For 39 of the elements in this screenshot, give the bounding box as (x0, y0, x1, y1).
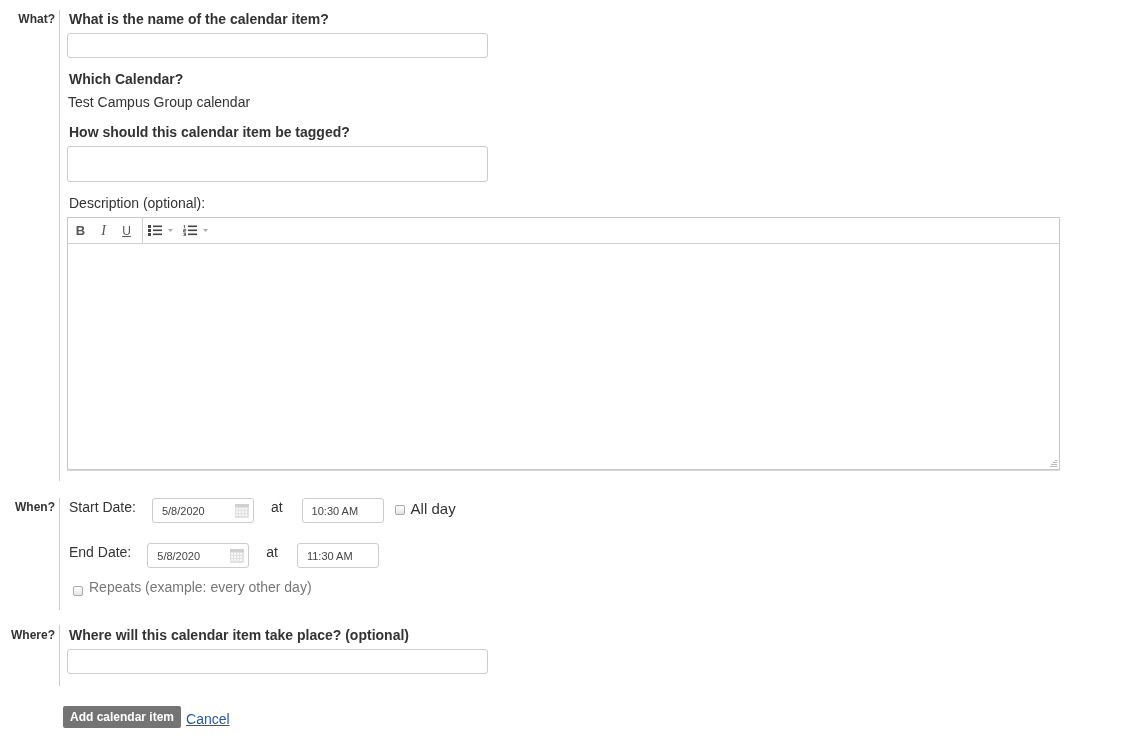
field-label: Which Calendar? (68, 70, 184, 88)
tags-input[interactable] (67, 146, 488, 182)
caret-icon (203, 229, 208, 232)
checkbox[interactable] (394, 505, 405, 515)
date-label: Start Date: (69, 498, 136, 516)
calendar-icon (234, 503, 249, 518)
add-calendar-item-button[interactable]: Add calendar item (63, 706, 182, 728)
section-label: When? (15, 499, 55, 515)
at-label: at (270, 498, 283, 516)
field-label: Where will this calendar item take place? (optional) (68, 626, 409, 644)
bullet-list-button[interactable] (146, 225, 175, 236)
description-editor[interactable]: B I U (67, 217, 1060, 470)
section-label: What? (18, 11, 55, 27)
time-field[interactable]: 10:30 AM (301, 498, 384, 523)
numbered-list-icon (183, 225, 197, 236)
calendar-icon (230, 548, 245, 563)
underline-button[interactable]: U (115, 222, 138, 239)
cancel-link[interactable]: Cancel (186, 706, 230, 728)
checkbox-label: Repeats (example: every other day) (89, 578, 312, 596)
at-label: at (266, 543, 278, 561)
italic-button[interactable]: I (92, 222, 115, 239)
bullet-list-icon (148, 225, 162, 236)
caret-icon (168, 229, 173, 232)
field-label: Description (optional): (68, 194, 206, 212)
calendar-value: Test Campus Group calendar (67, 93, 251, 111)
time-field[interactable]: 11:30 AM (296, 543, 379, 568)
field-label: How should this calendar item be tagged? (68, 123, 350, 141)
date-field[interactable]: 5/8/2020 (151, 498, 254, 523)
section-label: Where? (11, 627, 55, 643)
checkbox[interactable] (73, 586, 83, 596)
resize-grip-icon[interactable] (1050, 460, 1057, 467)
checkbox-label: All day (410, 499, 456, 519)
location-input[interactable] (67, 649, 488, 674)
date-label: End Date: (69, 543, 132, 561)
bold-button[interactable]: B (69, 222, 92, 239)
field-label: What is the name of the calendar item? (68, 10, 329, 28)
date-field[interactable]: 5/8/2020 (147, 543, 250, 568)
numbered-list-button[interactable] (181, 225, 210, 236)
name-input[interactable] (67, 33, 488, 58)
